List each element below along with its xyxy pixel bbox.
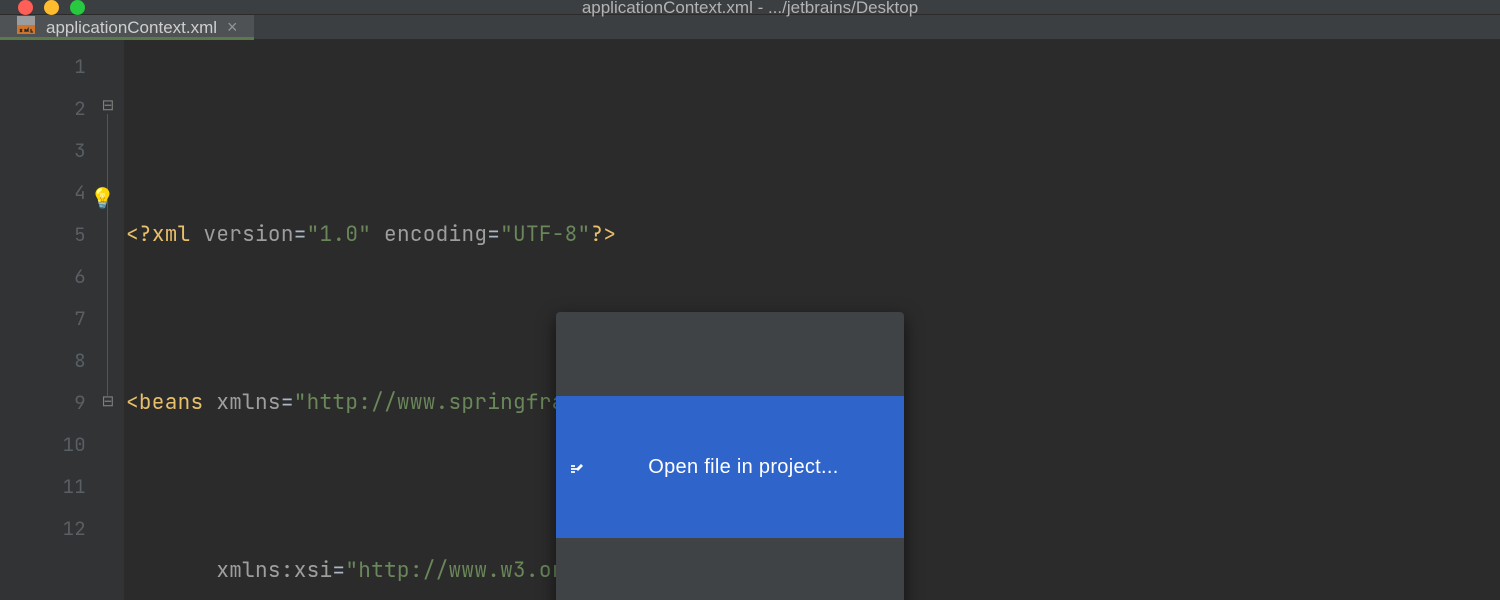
fold-expand-icon[interactable]: ⊟ bbox=[101, 394, 115, 408]
titlebar: applicationContext.xml - .../jetbrains/D… bbox=[0, 0, 1500, 15]
editor-tab-label: applicationContext.xml bbox=[46, 18, 217, 38]
editor[interactable]: 1 2 3 4 5 6 7 8 9 10 11 12 ⊟ ⊟ 💡 <?xml v… bbox=[0, 40, 1500, 600]
window-controls bbox=[0, 0, 85, 15]
line-number: 9 bbox=[0, 382, 86, 424]
line-number: 11 bbox=[0, 466, 86, 508]
editor-tab[interactable]: applicationContext.xml × bbox=[0, 15, 254, 40]
line-number: 12 bbox=[0, 508, 86, 550]
close-window-button[interactable] bbox=[18, 0, 33, 15]
line-number: 7 bbox=[0, 298, 86, 340]
editor-tab-bar: applicationContext.xml × bbox=[0, 15, 1500, 40]
line-number: 1 bbox=[0, 46, 86, 88]
line-number: 6 bbox=[0, 256, 86, 298]
code-area[interactable]: 💡 <?xml version="1.0" encoding="UTF-8"?>… bbox=[124, 40, 1500, 600]
line-number: 2 bbox=[0, 88, 86, 130]
window-title: applicationContext.xml - .../jetbrains/D… bbox=[0, 0, 1500, 18]
intention-popup: Open file in project... Press ⌥Space to … bbox=[556, 312, 904, 600]
fold-collapse-icon[interactable]: ⊟ bbox=[101, 98, 115, 112]
line-number-gutter: 1 2 3 4 5 6 7 8 9 10 11 12 bbox=[0, 40, 100, 600]
close-tab-icon[interactable]: × bbox=[227, 17, 238, 38]
line-number: 4 bbox=[0, 172, 86, 214]
line-number: 3 bbox=[0, 130, 86, 172]
intention-bulb-icon[interactable]: 💡 bbox=[90, 177, 115, 219]
code-line: <?xml version="1.0" encoding="UTF-8"?> bbox=[126, 214, 1500, 256]
zoom-window-button[interactable] bbox=[70, 0, 85, 15]
xml-file-icon bbox=[16, 15, 36, 40]
popup-item-label: Open file in project... bbox=[648, 453, 838, 481]
ide-window: applicationContext.xml - .../jetbrains/D… bbox=[0, 0, 1500, 600]
minimize-window-button[interactable] bbox=[44, 0, 59, 15]
line-number: 10 bbox=[0, 424, 86, 466]
fold-gutter: ⊟ ⊟ bbox=[100, 40, 124, 600]
line-number: 5 bbox=[0, 214, 86, 256]
popup-item-open-file[interactable]: Open file in project... bbox=[556, 396, 904, 538]
edit-icon bbox=[568, 402, 638, 532]
line-number: 8 bbox=[0, 340, 86, 382]
